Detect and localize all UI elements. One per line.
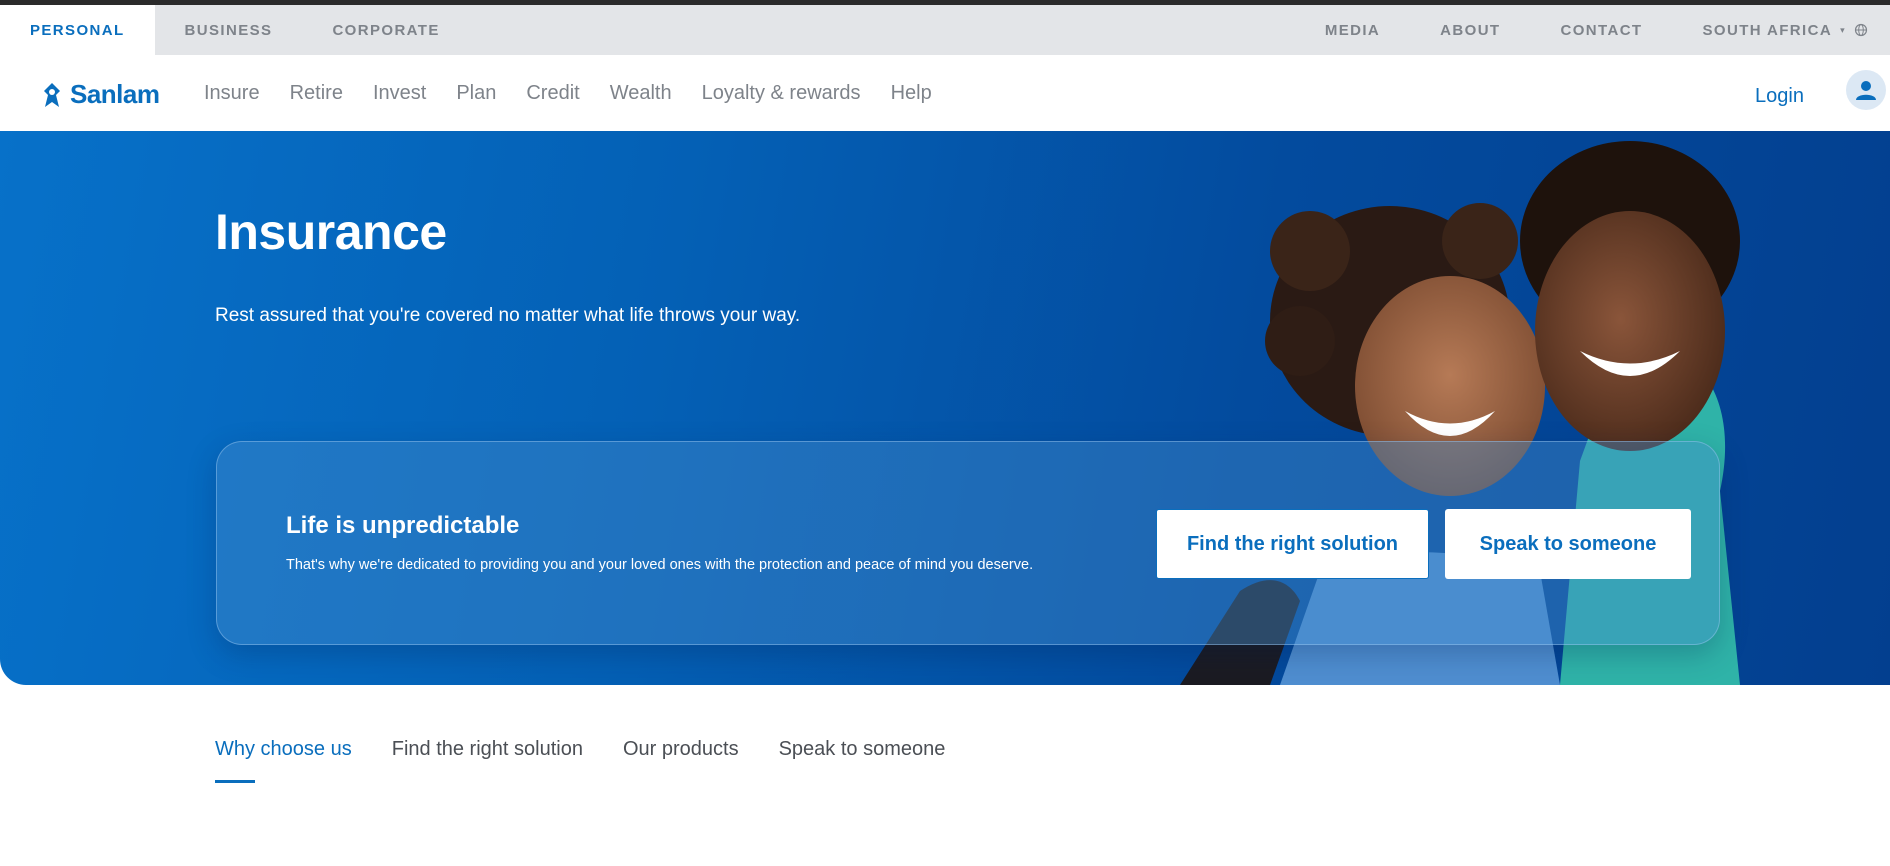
utility-bar: PERSONAL BUSINESS CORPORATE MEDIA ABOUT … xyxy=(0,5,1890,55)
card-title: Life is unpredictable xyxy=(286,512,520,539)
tab-corporate[interactable]: CORPORATE xyxy=(302,5,469,55)
region-label: SOUTH AFRICA xyxy=(1702,21,1833,39)
hero-banner: Insurance Rest assured that you're cover… xyxy=(0,131,1890,685)
nav-help[interactable]: Help xyxy=(891,82,932,105)
main-navigation: Sanlam Insure Retire Invest Plan Credit … xyxy=(0,55,1890,131)
tab-speak-to-someone[interactable]: Speak to someone xyxy=(779,738,946,798)
active-tab-indicator xyxy=(215,780,255,783)
speak-to-someone-button[interactable]: Speak to someone xyxy=(1445,509,1691,579)
sanlam-logo-icon xyxy=(44,82,60,107)
caret-down-icon: ▾ xyxy=(1840,24,1846,35)
hero-title: Insurance xyxy=(215,204,447,260)
nav-loyalty-rewards[interactable]: Loyalty & rewards xyxy=(702,82,861,105)
logo[interactable]: Sanlam xyxy=(42,79,160,110)
nav-wealth[interactable]: Wealth xyxy=(610,82,672,105)
tab-business[interactable]: BUSINESS xyxy=(155,5,303,55)
utility-links: MEDIA ABOUT CONTACT SOUTH AFRICA ▾ xyxy=(1325,5,1868,55)
segment-tabs: PERSONAL BUSINESS CORPORATE xyxy=(0,5,470,55)
login-link[interactable]: Login xyxy=(1755,85,1804,108)
tab-personal[interactable]: PERSONAL xyxy=(0,5,155,55)
tab-label: Why choose us xyxy=(215,738,352,760)
card-text: That's why we're dedicated to providing … xyxy=(286,557,1034,573)
nav-retire[interactable]: Retire xyxy=(290,82,343,105)
primary-nav-links: Insure Retire Invest Plan Credit Wealth … xyxy=(204,55,962,131)
section-tabs: Why choose us Find the right solution Ou… xyxy=(215,738,985,798)
about-link[interactable]: ABOUT xyxy=(1440,22,1500,39)
tab-why-choose-us[interactable]: Why choose us xyxy=(215,738,352,798)
nav-plan[interactable]: Plan xyxy=(456,82,496,105)
nav-invest[interactable]: Invest xyxy=(373,82,426,105)
nav-credit[interactable]: Credit xyxy=(526,82,579,105)
region-selector[interactable]: SOUTH AFRICA ▾ xyxy=(1703,22,1869,39)
user-icon xyxy=(1856,81,1876,100)
logo-text: Sanlam xyxy=(70,79,160,109)
hero-cta-card: Life is unpredictable That's why we're d… xyxy=(216,441,1720,645)
nav-insure[interactable]: Insure xyxy=(204,82,260,105)
media-link[interactable]: MEDIA xyxy=(1325,22,1380,39)
account-button[interactable] xyxy=(1846,70,1886,110)
tab-find-right-solution[interactable]: Find the right solution xyxy=(392,738,583,798)
contact-link[interactable]: CONTACT xyxy=(1560,22,1642,39)
globe-icon xyxy=(1854,23,1868,37)
tab-our-products[interactable]: Our products xyxy=(623,738,739,798)
hero-subtitle: Rest assured that you're covered no matt… xyxy=(215,305,801,326)
find-solution-button[interactable]: Find the right solution xyxy=(1156,509,1429,579)
